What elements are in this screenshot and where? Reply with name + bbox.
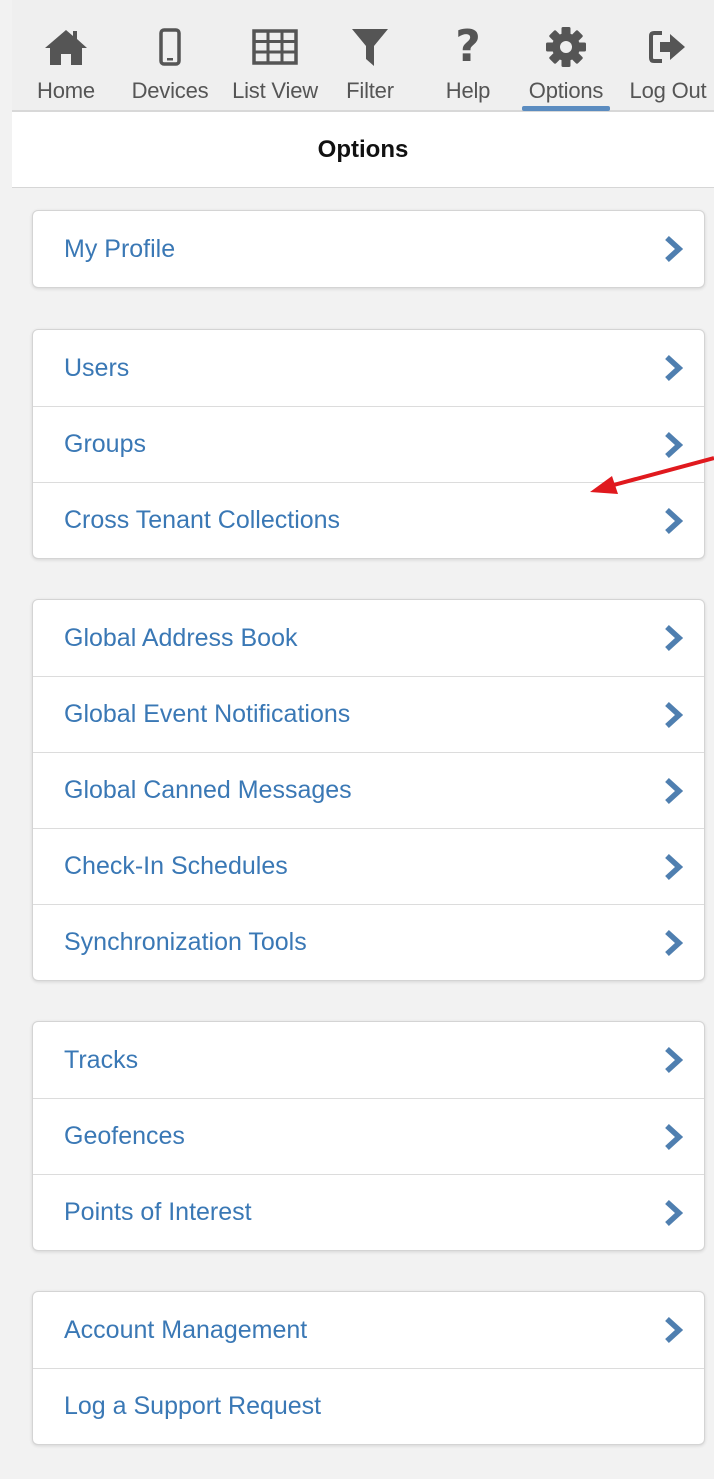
menu-item-groups[interactable]: Groups xyxy=(33,406,704,482)
menu-item-geofences[interactable]: Geofences xyxy=(33,1098,704,1174)
nav-help-label: Help xyxy=(445,78,491,103)
options-group-profile: My Profile xyxy=(32,210,705,288)
menu-item-global-address-book[interactable]: Global Address Book xyxy=(33,600,704,676)
chevron-right-icon xyxy=(662,776,684,806)
menu-item-cross-tenant-collections[interactable]: Cross Tenant Collections xyxy=(33,482,704,558)
chevron-right-icon xyxy=(662,1122,684,1152)
menu-item-label: Global Canned Messages xyxy=(64,776,352,804)
options-group-tracking: Tracks Geofences Points of Interest xyxy=(32,1021,705,1251)
options-group-users: Users Groups Cross Tenant Collections xyxy=(32,329,705,559)
chevron-right-icon xyxy=(662,506,684,536)
grid-icon xyxy=(252,20,298,74)
menu-item-tracks[interactable]: Tracks xyxy=(33,1022,704,1098)
options-group-global: Global Address Book Global Event Notific… xyxy=(32,599,705,981)
help-icon: ? xyxy=(455,21,481,72)
menu-item-global-canned-messages[interactable]: Global Canned Messages xyxy=(33,752,704,828)
nav-filter-label: Filter xyxy=(346,78,394,103)
page-title: Options xyxy=(317,135,409,163)
nav-list-view-label: List View xyxy=(232,78,318,103)
menu-item-label: Groups xyxy=(64,430,146,458)
nav-log-out[interactable]: Log Out xyxy=(622,0,714,112)
menu-item-points-of-interest[interactable]: Points of Interest xyxy=(33,1174,704,1250)
chevron-right-icon xyxy=(662,1045,684,1075)
nav-log-out-label: Log Out xyxy=(629,78,707,103)
filter-icon xyxy=(350,20,390,74)
chevron-right-icon xyxy=(662,430,684,460)
menu-item-label: Synchronization Tools xyxy=(64,928,307,956)
logout-icon xyxy=(648,20,688,74)
chevron-right-icon xyxy=(662,1198,684,1228)
gear-icon xyxy=(545,20,587,74)
menu-item-label: Users xyxy=(64,353,130,382)
chevron-right-icon xyxy=(662,928,684,958)
menu-item-label: Global Event Notifications xyxy=(64,700,351,728)
nav-list-view[interactable]: List View xyxy=(224,0,326,112)
chevron-right-icon xyxy=(662,234,684,264)
menu-item-log-a-support-request[interactable]: Log a Support Request xyxy=(33,1368,704,1444)
home-icon xyxy=(43,20,89,74)
nav-home-label: Home xyxy=(37,78,95,103)
options-group-account: Account Management Log a Support Request xyxy=(32,1291,705,1445)
phone-icon xyxy=(159,20,181,74)
chevron-right-icon xyxy=(662,852,684,882)
nav-devices[interactable]: Devices xyxy=(120,0,220,112)
menu-item-synchronization-tools[interactable]: Synchronization Tools xyxy=(33,904,704,980)
menu-item-global-event-notifications[interactable]: Global Event Notifications xyxy=(33,676,704,752)
menu-item-label: Check-In Schedules xyxy=(64,852,288,880)
menu-item-my-profile[interactable]: My Profile xyxy=(33,211,704,287)
menu-item-label: Global Address Book xyxy=(64,623,298,652)
menu-item-label: Log a Support Request xyxy=(64,1392,322,1420)
nav-options-label: Options xyxy=(528,78,604,103)
nav-help[interactable]: ? Help xyxy=(430,0,506,112)
menu-item-check-in-schedules[interactable]: Check-In Schedules xyxy=(33,828,704,904)
chevron-right-icon xyxy=(662,700,684,730)
menu-item-label: Account Management xyxy=(64,1315,308,1344)
nav-home[interactable]: Home xyxy=(22,0,110,112)
active-tab-underline xyxy=(522,106,610,111)
menu-item-account-management[interactable]: Account Management xyxy=(33,1292,704,1368)
menu-item-label: Points of Interest xyxy=(64,1198,252,1226)
menu-item-label: Geofences xyxy=(64,1122,185,1150)
menu-item-label: Tracks xyxy=(64,1045,139,1074)
menu-item-users[interactable]: Users xyxy=(33,330,704,406)
top-nav-bar: Home Devices List View Filter ? Help Opt… xyxy=(12,0,714,112)
menu-item-label: My Profile xyxy=(64,234,176,263)
menu-item-label: Cross Tenant Collections xyxy=(64,506,341,534)
chevron-right-icon xyxy=(662,623,684,653)
nav-devices-label: Devices xyxy=(131,78,209,103)
chevron-right-icon xyxy=(662,1315,684,1345)
nav-filter[interactable]: Filter xyxy=(332,0,408,112)
nav-options[interactable]: Options xyxy=(520,0,612,112)
chevron-right-icon xyxy=(662,353,684,383)
page-header: Options xyxy=(12,112,714,188)
